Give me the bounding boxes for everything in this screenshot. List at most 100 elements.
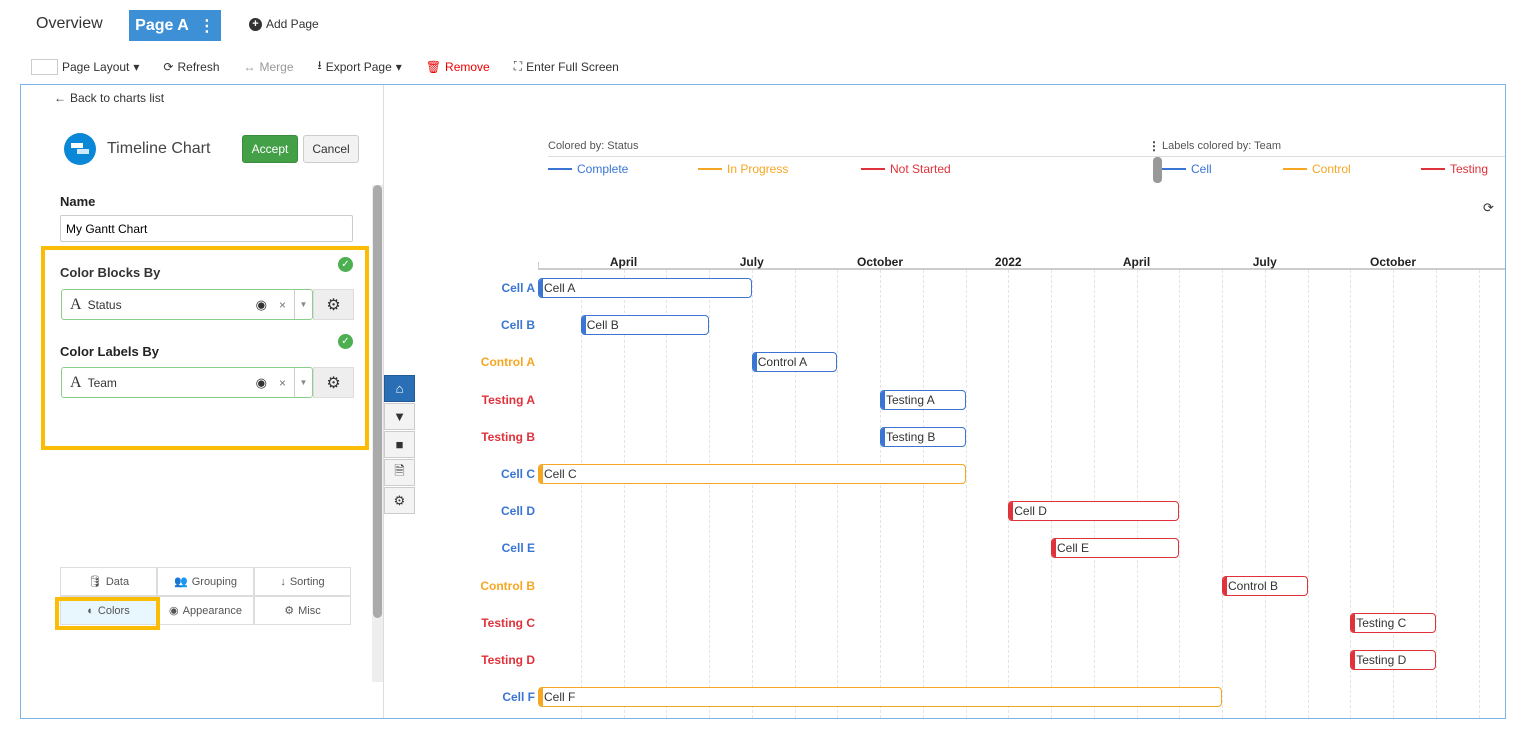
legend-swatch <box>1162 168 1186 170</box>
legend-item-testing[interactable]: Testing <box>1421 162 1488 176</box>
fullscreen-button[interactable]: ⛶ Enter Full Screen <box>514 59 619 74</box>
database-icon: 🛢 <box>87 576 102 588</box>
caret-down-icon: ▾ <box>395 59 402 74</box>
bar-cap <box>881 390 885 409</box>
x-tick-label: July <box>1252 255 1277 269</box>
document-button[interactable]: 🗎 <box>384 459 415 486</box>
panel-tab-misc[interactable]: ⚙ Misc <box>254 596 351 625</box>
legend-swatch <box>698 168 722 170</box>
kebab-menu-icon[interactable]: ⋮ <box>199 16 215 36</box>
refresh-chart-icon[interactable]: ⟳ <box>1483 200 1494 216</box>
legend-item-complete[interactable]: Complete <box>548 162 628 176</box>
remove-button[interactable]: 🗑 Remove <box>426 60 490 74</box>
filter-button[interactable]: ▼ <box>384 403 415 430</box>
cancel-button[interactable]: Cancel <box>303 135 359 163</box>
home-button[interactable]: ⌂ <box>384 375 415 402</box>
export-page-button[interactable]: ⭳ Export Page ▾ <box>318 56 402 77</box>
tab-overview[interactable]: Overview <box>36 15 103 33</box>
legend-label: Complete <box>577 162 629 176</box>
gridline <box>794 270 796 718</box>
timeline-bar[interactable]: Testing C <box>1350 612 1436 633</box>
timeline-bar[interactable]: Cell A <box>538 278 752 298</box>
legend-item-in-progress[interactable]: In Progress <box>698 162 788 176</box>
row-label: Cell D <box>500 504 535 519</box>
eye-icon: ◉ <box>169 605 179 617</box>
page-layout-button[interactable]: Page Layout ▾ <box>31 58 139 75</box>
legend-label: Control <box>1312 162 1351 176</box>
panel-tab-label: Sorting <box>289 575 325 588</box>
back-link[interactable]: ← Back to charts list <box>54 91 164 105</box>
dropdown-arrow-icon[interactable]: ▼ <box>294 290 312 319</box>
back-label: Back to charts list <box>70 91 165 105</box>
x-tick-label: 2022 <box>994 255 1022 269</box>
color-blocks-select[interactable]: A Status ◉ × ▼ <box>61 289 313 320</box>
bar-cap <box>539 465 543 483</box>
legend-label: Not Started <box>890 162 951 176</box>
panel-tab-grouping[interactable]: 👥 Grouping <box>157 567 254 596</box>
gridline <box>1264 270 1266 718</box>
file-icon: 🗎 <box>394 462 405 478</box>
row-label: Testing B <box>481 429 535 444</box>
select-value: Team <box>87 375 117 390</box>
bar-cap <box>752 353 757 372</box>
scrollbar-thumb[interactable] <box>373 185 382 618</box>
tab-label: Page A <box>135 16 189 34</box>
timeline-bar[interactable]: Testing A <box>880 389 966 410</box>
eye-icon[interactable]: ◉ <box>256 375 267 391</box>
timeline-bar[interactable]: Testing B <box>880 426 966 447</box>
timeline-bar[interactable]: Cell B <box>580 315 709 336</box>
name-label: Name <box>60 194 96 209</box>
eye-icon[interactable]: ◉ <box>256 297 267 313</box>
timeline-bar[interactable]: Testing D <box>1350 650 1436 670</box>
settings-button[interactable]: ⚙ <box>384 487 415 514</box>
gear-icon: ⚙ <box>393 492 406 508</box>
legend-label: Testing <box>1450 162 1489 176</box>
panel-tab-label: Data <box>105 575 130 588</box>
clear-icon[interactable]: × <box>279 298 286 312</box>
gridline <box>965 270 967 718</box>
color-blocks-settings-button[interactable]: ⚙ <box>313 289 354 320</box>
legend-item-not-started[interactable]: Not Started <box>861 162 951 176</box>
timeline-bar[interactable]: Cell D <box>1008 501 1180 522</box>
panel-tab-appearance[interactable]: ◉ Appearance <box>157 596 254 625</box>
x-tick-label: July <box>739 255 764 269</box>
bar-label: Testing A <box>886 392 935 407</box>
stop-button[interactable]: ■ <box>384 431 415 458</box>
color-labels-settings-button[interactable]: ⚙ <box>313 367 354 398</box>
refresh-button[interactable]: ⟳ Refresh <box>163 60 219 74</box>
merge-button[interactable]: ↔ Merge <box>244 60 294 74</box>
bar-cap <box>1009 502 1014 521</box>
gridline <box>922 270 924 718</box>
accept-button[interactable]: Accept <box>242 135 298 163</box>
timeline-bar[interactable]: Control B <box>1222 575 1308 596</box>
panel-tab-sorting[interactable]: ↓ Sorting <box>254 567 351 596</box>
merge-label: Merge <box>259 59 294 74</box>
color-labels-select[interactable]: A Team ◉ × ▼ <box>61 367 313 398</box>
legend-swatch <box>1283 168 1307 170</box>
legend-handle-icon[interactable]: ⋮ <box>1148 139 1160 153</box>
refresh-icon: ⟳ <box>163 59 174 74</box>
axis-start-tick <box>538 262 539 270</box>
name-input[interactable] <box>60 215 353 242</box>
row-label: Control B <box>480 578 535 593</box>
timeline-bar[interactable]: Control A <box>751 352 838 373</box>
x-tick-label: October <box>856 255 904 269</box>
filter-icon: ▼ <box>393 409 406 424</box>
legend-item-control[interactable]: Control <box>1283 162 1351 176</box>
timeline-bar[interactable]: Cell F <box>538 687 1222 708</box>
add-page-button[interactable]: + Add Page <box>249 17 319 31</box>
x-tick-label: April <box>609 255 638 269</box>
legend-label: Cell <box>1191 162 1212 176</box>
timeline-bar[interactable]: Cell C <box>538 464 966 484</box>
panel-tab-data[interactable]: 🛢 Data <box>60 567 157 596</box>
color-labels-label: Color Labels By <box>60 344 159 359</box>
tab-page-a[interactable]: Page A ⋮ <box>129 10 221 41</box>
layout-icon <box>31 58 58 75</box>
square-icon: ■ <box>395 437 404 452</box>
legend-splitter[interactable] <box>1153 157 1162 183</box>
clear-icon[interactable]: × <box>279 376 286 390</box>
legend-item-cell[interactable]: Cell <box>1162 162 1212 176</box>
dropdown-arrow-icon[interactable]: ▼ <box>294 368 312 397</box>
plus-circle-icon: + <box>249 17 262 31</box>
timeline-bar[interactable]: Cell E <box>1051 538 1180 559</box>
